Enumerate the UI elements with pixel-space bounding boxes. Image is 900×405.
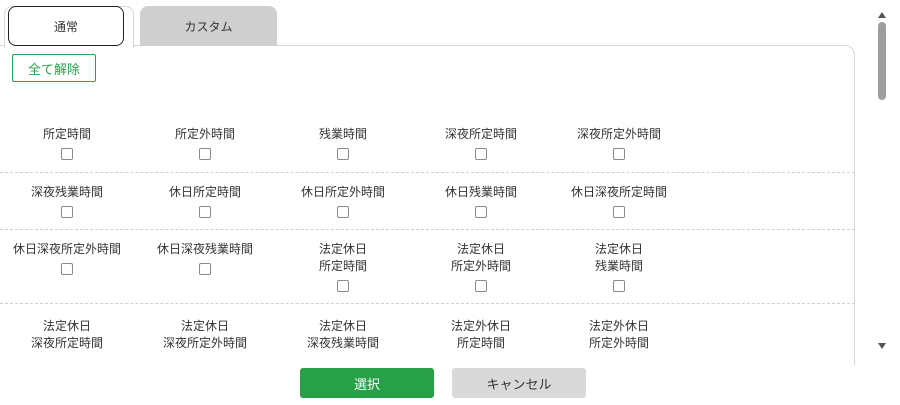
option-label: 法定外休日: [588, 319, 649, 333]
scroll-up-arrow-icon[interactable]: [878, 12, 886, 18]
option-label: 法定外休日: [450, 319, 511, 333]
option-3-1: 法定休日 深夜所定外時間: [140, 318, 270, 352]
option-label: 休日深夜残業時間: [156, 242, 253, 256]
option-1-1: 休日所定時間: [140, 184, 270, 218]
option-label: 法定休日: [594, 242, 643, 256]
option-2-3: 法定休日 所定外時間: [416, 241, 546, 292]
option-checkbox[interactable]: [61, 206, 73, 218]
scrollbar-thumb[interactable]: [878, 22, 886, 100]
option-checkbox[interactable]: [613, 148, 625, 160]
option-1-2: 休日所定外時間: [278, 184, 408, 218]
option-checkbox[interactable]: [199, 148, 211, 160]
option-label: 残業時間: [318, 127, 367, 141]
option-label: 所定時間: [42, 127, 91, 141]
option-2-2: 法定休日 所定時間: [278, 241, 408, 292]
tab-normal[interactable]: 通常: [8, 6, 124, 46]
option-0-3: 深夜所定時間: [416, 126, 546, 160]
option-2-0: 休日深夜所定外時間: [2, 241, 132, 275]
tab-normal-label: 通常: [53, 19, 78, 34]
checkbox-row-0: 所定時間 所定外時間 残業時間 深夜所定時間 深夜所定外時間: [0, 126, 854, 173]
option-label: 法定休日: [456, 242, 505, 256]
option-label: 法定休日: [318, 242, 367, 256]
option-0-0: 所定時間: [2, 126, 132, 160]
option-label-line2: 所定時間: [318, 259, 367, 273]
option-label: 法定休日: [42, 319, 91, 333]
option-checkbox[interactable]: [613, 206, 625, 218]
cancel-button[interactable]: キャンセル: [452, 368, 586, 398]
option-checkbox[interactable]: [337, 280, 349, 292]
option-label: 深夜残業時間: [30, 185, 103, 199]
option-1-0: 深夜残業時間: [2, 184, 132, 218]
option-label: 法定休日: [318, 319, 367, 333]
tab-custom[interactable]: カスタム: [140, 6, 277, 46]
option-label: 法定休日: [180, 319, 229, 333]
option-label: 休日深夜所定外時間: [12, 242, 121, 256]
option-label-line2: 深夜所定時間: [30, 336, 103, 350]
option-checkbox[interactable]: [475, 280, 487, 292]
checkbox-row-2: 休日深夜所定外時間 休日深夜残業時間 法定休日 所定時間 法定休日 所定外時間 …: [0, 241, 854, 304]
option-0-1: 所定外時間: [140, 126, 270, 160]
option-checkbox[interactable]: [613, 280, 625, 292]
option-2-1: 休日深夜残業時間: [140, 241, 270, 275]
tab-custom-label: カスタム: [184, 19, 233, 34]
option-label: 休日所定時間: [168, 185, 241, 199]
option-0-2: 残業時間: [278, 126, 408, 160]
option-label-line2: 所定外時間: [450, 259, 511, 273]
scroll-down-arrow-icon[interactable]: [878, 343, 886, 349]
option-1-4: 休日深夜所定時間: [554, 184, 684, 218]
clear-all-button[interactable]: 全て解除: [12, 54, 96, 82]
option-label: 休日残業時間: [444, 185, 517, 199]
option-3-0: 法定休日 深夜所定時間: [2, 318, 132, 352]
checkbox-row-1: 深夜残業時間 休日所定時間 休日所定外時間 休日残業時間 休日深夜所定時間: [0, 184, 854, 230]
option-checkbox[interactable]: [61, 148, 73, 160]
select-button[interactable]: 選択: [300, 368, 434, 398]
option-label: 休日所定外時間: [300, 185, 385, 199]
option-checkbox[interactable]: [337, 148, 349, 160]
option-label: 深夜所定時間: [444, 127, 517, 141]
option-checkbox[interactable]: [475, 148, 487, 160]
option-3-3: 法定外休日 所定時間: [416, 318, 546, 352]
option-checkbox[interactable]: [337, 206, 349, 218]
option-label-line2: 所定時間: [456, 336, 505, 350]
option-label-line2: 所定外時間: [588, 336, 649, 350]
option-label-line2: 深夜残業時間: [306, 336, 379, 350]
option-checkbox[interactable]: [199, 206, 211, 218]
option-label-line2: 深夜所定外時間: [162, 336, 247, 350]
option-checkbox[interactable]: [61, 263, 73, 275]
option-label-line2: 残業時間: [594, 259, 643, 273]
option-label: 休日深夜所定時間: [570, 185, 667, 199]
option-3-2: 法定休日 深夜残業時間: [278, 318, 408, 352]
option-3-4: 法定外休日 所定外時間: [554, 318, 684, 352]
option-label: 所定外時間: [174, 127, 235, 141]
option-1-3: 休日残業時間: [416, 184, 546, 218]
option-2-4: 法定休日 残業時間: [554, 241, 684, 292]
option-checkbox[interactable]: [475, 206, 487, 218]
checkbox-panel: 全て解除 所定時間 所定外時間 残業時間 深夜所定時間 深夜所定外時間 深夜残業…: [0, 45, 855, 365]
option-0-4: 深夜所定外時間: [554, 126, 684, 160]
option-checkbox[interactable]: [199, 263, 211, 275]
checkbox-row-3: 法定休日 深夜所定時間 法定休日 深夜所定外時間 法定休日 深夜残業時間 法定外…: [0, 318, 854, 365]
option-label: 深夜所定外時間: [576, 127, 661, 141]
